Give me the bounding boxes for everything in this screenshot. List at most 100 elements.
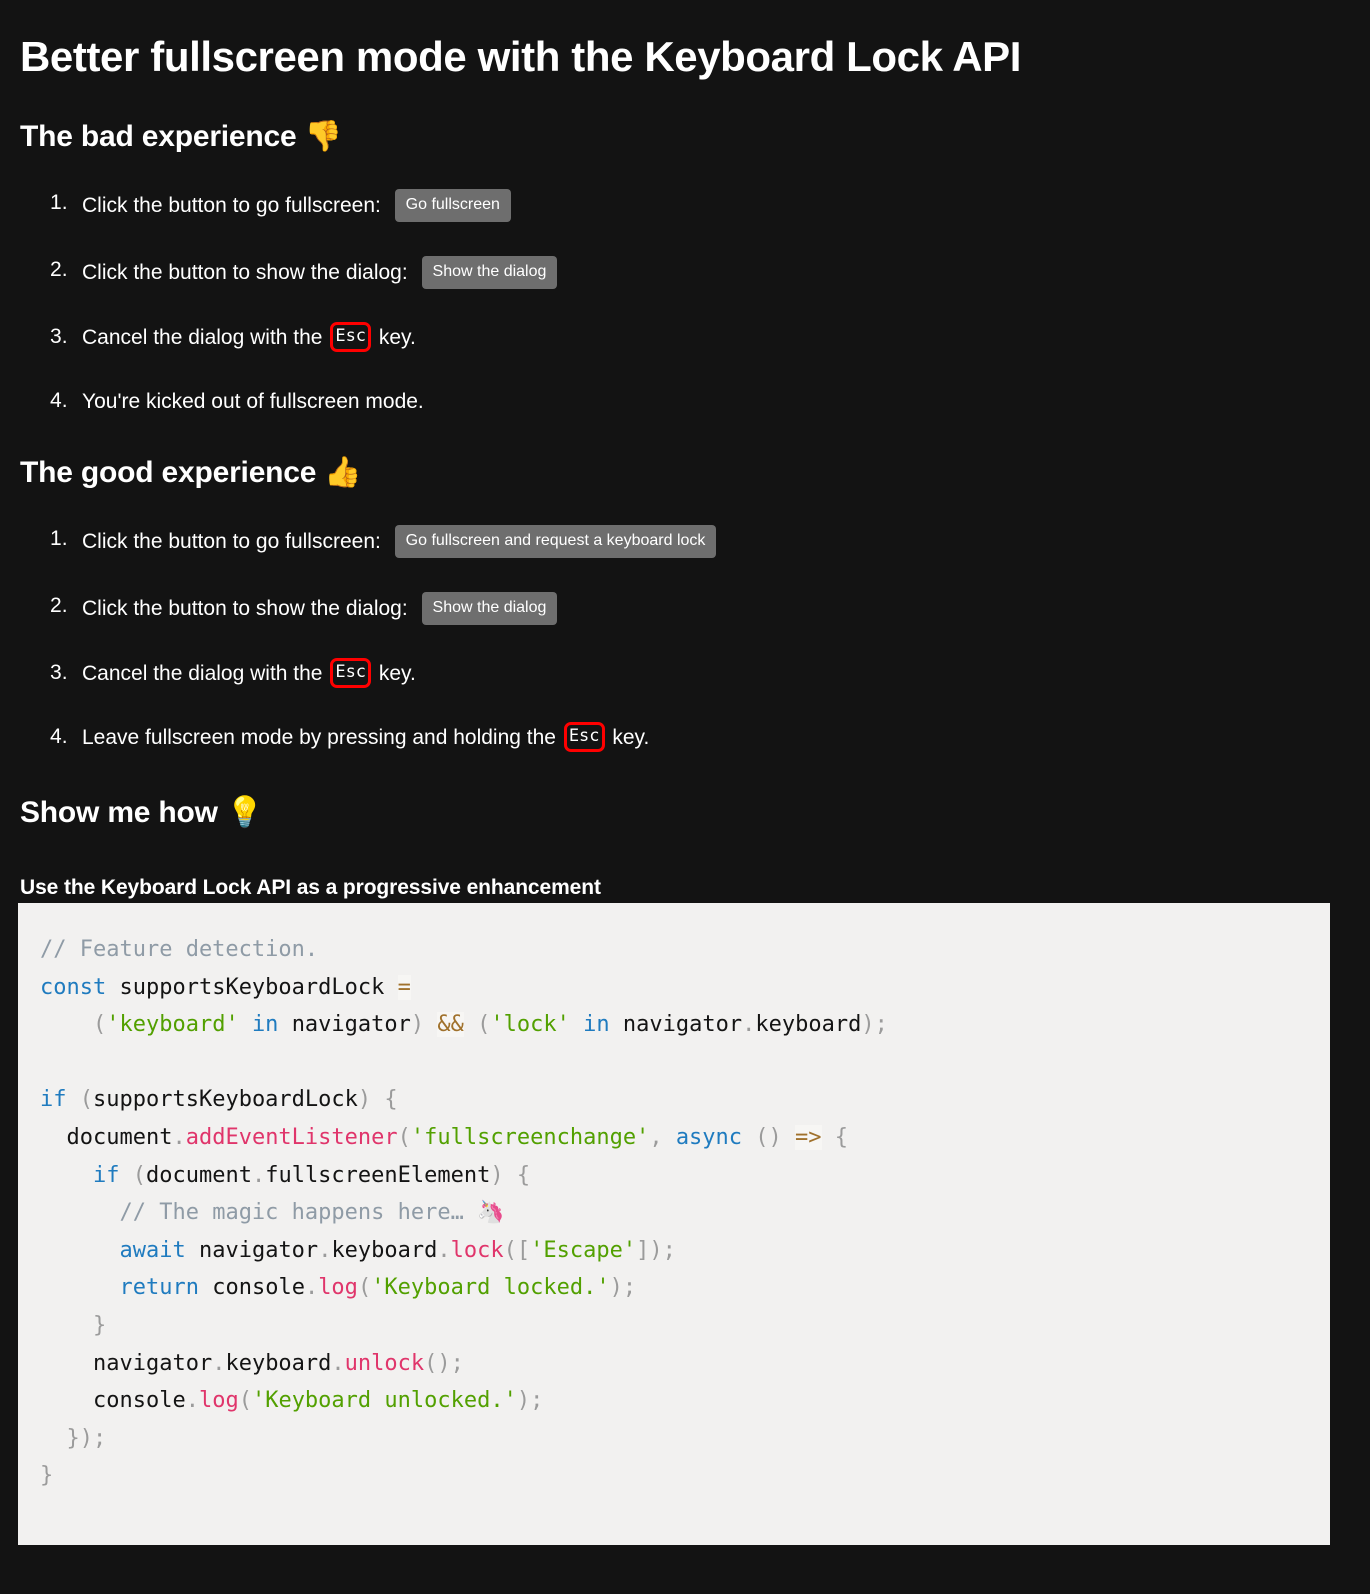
lightbulb-icon: 💡	[225, 795, 264, 831]
code-punct: {	[834, 1124, 849, 1150]
code-sample-block: // Feature detection. const supportsKeyb…	[18, 903, 1330, 1545]
step-text: Cancel the dialog with the	[82, 662, 329, 686]
code-punct: (	[132, 1162, 146, 1188]
code-punct: });	[66, 1425, 107, 1451]
step-text: Click the button to show the dialog:	[82, 596, 414, 620]
code-identifier: document	[66, 1124, 173, 1150]
bad-experience-steps: Click the button to go fullscreen: Go fu…	[20, 189, 1350, 417]
code-punct: );	[861, 1012, 888, 1038]
code-identifier: console	[92, 1388, 186, 1414]
esc-key-badge: Esc	[330, 322, 372, 353]
code-identifier: navigator	[291, 1012, 411, 1038]
list-item: Click the button to go fullscreen: Go fu…	[20, 525, 1350, 559]
code-identifier: document	[145, 1162, 252, 1188]
code-keyword: if	[40, 1087, 67, 1113]
esc-key-badge: Esc	[330, 658, 372, 689]
code-comment: // The magic happens here… 🦄	[119, 1200, 505, 1226]
code-string: 'Escape'	[530, 1237, 637, 1263]
code-string: 'keyboard'	[106, 1012, 239, 1038]
section-heading-bad-experience: The bad experience 👎	[20, 81, 1350, 155]
code-function: log	[318, 1275, 358, 1301]
list-item: Cancel the dialog with the Esc key.	[20, 658, 1350, 689]
list-item: Cancel the dialog with the Esc key.	[20, 322, 1350, 353]
step-text: Click the button to show the dialog:	[82, 260, 414, 284]
code-sample: // Feature detection. const supportsKeyb…	[40, 931, 1330, 1495]
code-punct: .	[318, 1237, 332, 1263]
code-punct: (	[79, 1087, 93, 1113]
code-punct: .	[212, 1350, 226, 1376]
code-keyword: async	[675, 1124, 743, 1150]
list-item: Click the button to show the dialog: Sho…	[20, 592, 1350, 626]
show-the-dialog-button[interactable]: Show the dialog	[421, 592, 558, 626]
code-punct: (	[477, 1012, 491, 1038]
code-keyword: if	[92, 1162, 120, 1188]
code-keyword: in	[251, 1012, 279, 1038]
code-keyword: return	[119, 1275, 199, 1301]
go-fullscreen-keyboard-lock-button[interactable]: Go fullscreen and request a keyboard loc…	[394, 525, 717, 559]
code-punct: ([	[503, 1237, 531, 1263]
section-heading-good-experience-text: The good experience	[20, 456, 325, 490]
code-punct: (	[357, 1275, 372, 1301]
code-function: lock	[450, 1237, 504, 1263]
code-punct: ) {	[490, 1162, 531, 1188]
step-text: Cancel the dialog with the	[82, 326, 329, 350]
code-keyword: in	[583, 1012, 610, 1038]
step-text: Click the button to go fullscreen:	[82, 529, 387, 553]
code-punct: .	[304, 1275, 319, 1301]
code-string: 'Keyboard locked.'	[371, 1275, 610, 1301]
code-punct: );	[609, 1275, 637, 1301]
code-punct: .	[437, 1237, 451, 1263]
code-punct: );	[516, 1388, 544, 1414]
list-item: Click the button to go fullscreen: Go fu…	[20, 189, 1350, 223]
code-operator: =	[397, 974, 411, 1000]
code-punct: ) {	[357, 1087, 398, 1113]
go-fullscreen-button[interactable]: Go fullscreen	[394, 189, 511, 223]
code-punct: }	[40, 1463, 54, 1489]
code-function: addEventListener	[185, 1124, 398, 1150]
page-title: Better fullscreen mode with the Keyboard…	[20, 33, 1022, 80]
code-punct: .	[251, 1162, 266, 1188]
code-punct: .	[172, 1124, 186, 1150]
step-text-after: key.	[373, 326, 416, 350]
step-text: Leave fullscreen mode by pressing and ho…	[82, 726, 562, 750]
code-keyword: await	[119, 1237, 186, 1263]
section-heading-show-me-how-text: Show me how	[20, 796, 226, 830]
code-identifier: supportsKeyboardLock	[119, 974, 385, 1000]
list-item: You're kicked out of fullscreen mode.	[20, 387, 1350, 417]
page-root: Better fullscreen mode with the Keyboard…	[0, 0, 1370, 1594]
code-identifier: fullscreenElement	[265, 1162, 491, 1188]
code-function: unlock	[344, 1350, 425, 1376]
step-text-after: key.	[373, 662, 416, 686]
code-identifier: keyboard	[225, 1350, 332, 1376]
step-text: Click the button to go fullscreen:	[82, 193, 387, 217]
code-identifier: keyboard	[755, 1012, 862, 1038]
step-text: You're kicked out of fullscreen mode.	[82, 390, 424, 414]
show-the-dialog-button[interactable]: Show the dialog	[421, 256, 558, 290]
code-string: 'lock'	[490, 1012, 570, 1038]
code-punct: ]);	[636, 1237, 676, 1263]
code-punct: (	[397, 1124, 411, 1150]
code-identifier: navigator	[198, 1237, 319, 1263]
code-operator: =>	[795, 1124, 822, 1150]
code-identifier: navigator	[92, 1350, 213, 1376]
code-punct: .	[331, 1350, 345, 1376]
section-heading-show-me-how: Show me how 💡	[20, 753, 1350, 831]
code-punct: }	[92, 1312, 107, 1338]
list-item: Leave fullscreen mode by pressing and ho…	[20, 722, 1350, 753]
code-identifier: navigator	[622, 1012, 743, 1038]
section-heading-bad-experience-text: The bad experience	[20, 120, 305, 154]
code-string: 'Keyboard unlocked.'	[251, 1388, 517, 1414]
code-identifier: console	[212, 1275, 305, 1301]
code-punct: .	[185, 1388, 199, 1414]
unicorn-icon: 🦄	[477, 1200, 505, 1226]
thumbs-up-icon: 👍	[324, 455, 362, 491]
section-heading-good-experience: The good experience 👍	[20, 417, 1350, 491]
code-punct: ,	[649, 1124, 663, 1150]
code-function: log	[198, 1388, 239, 1414]
code-identifier: keyboard	[331, 1237, 438, 1263]
thumbs-down-icon: 👎	[304, 119, 342, 155]
code-comment: // Feature detection.	[40, 937, 319, 962]
step-text-after: key.	[606, 726, 650, 750]
code-punct: .	[742, 1012, 756, 1038]
code-punct: ()	[755, 1124, 782, 1150]
